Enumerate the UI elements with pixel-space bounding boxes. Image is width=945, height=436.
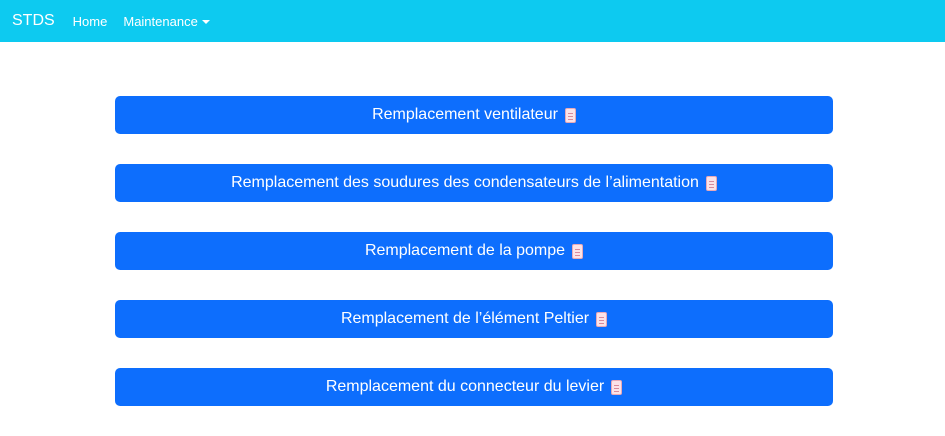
- top-navbar: STDS Home Maintenance: [0, 0, 945, 42]
- brand-link[interactable]: STDS: [12, 12, 55, 30]
- procedure-button-label: Remplacement ventilateur: [372, 106, 558, 123]
- nav-home-link[interactable]: Home: [73, 14, 108, 29]
- document-icon: [596, 311, 608, 327]
- procedure-button-label: Remplacement des soudures des condensate…: [231, 174, 699, 191]
- document-icon: [705, 175, 717, 191]
- document-icon: [611, 379, 623, 395]
- procedure-button-label: Remplacement du connecteur du levier: [325, 378, 605, 395]
- procedure-button-label: Remplacement de l’élément Peltier: [340, 310, 590, 327]
- procedure-button-ventilateur[interactable]: Remplacement ventilateur: [115, 96, 833, 134]
- caret-down-icon: [201, 19, 210, 24]
- procedure-button-pompe[interactable]: Remplacement de la pompe: [115, 232, 833, 270]
- procedure-button-soudures[interactable]: Remplacement des soudures des condensate…: [115, 164, 833, 202]
- procedure-button-label: Remplacement de la pompe: [364, 242, 566, 259]
- procedure-button-levier[interactable]: Remplacement du connecteur du levier: [115, 368, 833, 406]
- document-icon: [564, 107, 576, 123]
- procedure-list: Remplacement ventilateur Remplacement de…: [115, 96, 833, 436]
- nav-maintenance-dropdown[interactable]: Maintenance: [123, 13, 210, 29]
- document-icon: [572, 243, 584, 259]
- nav-maintenance-label: Maintenance: [123, 13, 198, 29]
- procedure-button-peltier[interactable]: Remplacement de l’élément Peltier: [115, 300, 833, 338]
